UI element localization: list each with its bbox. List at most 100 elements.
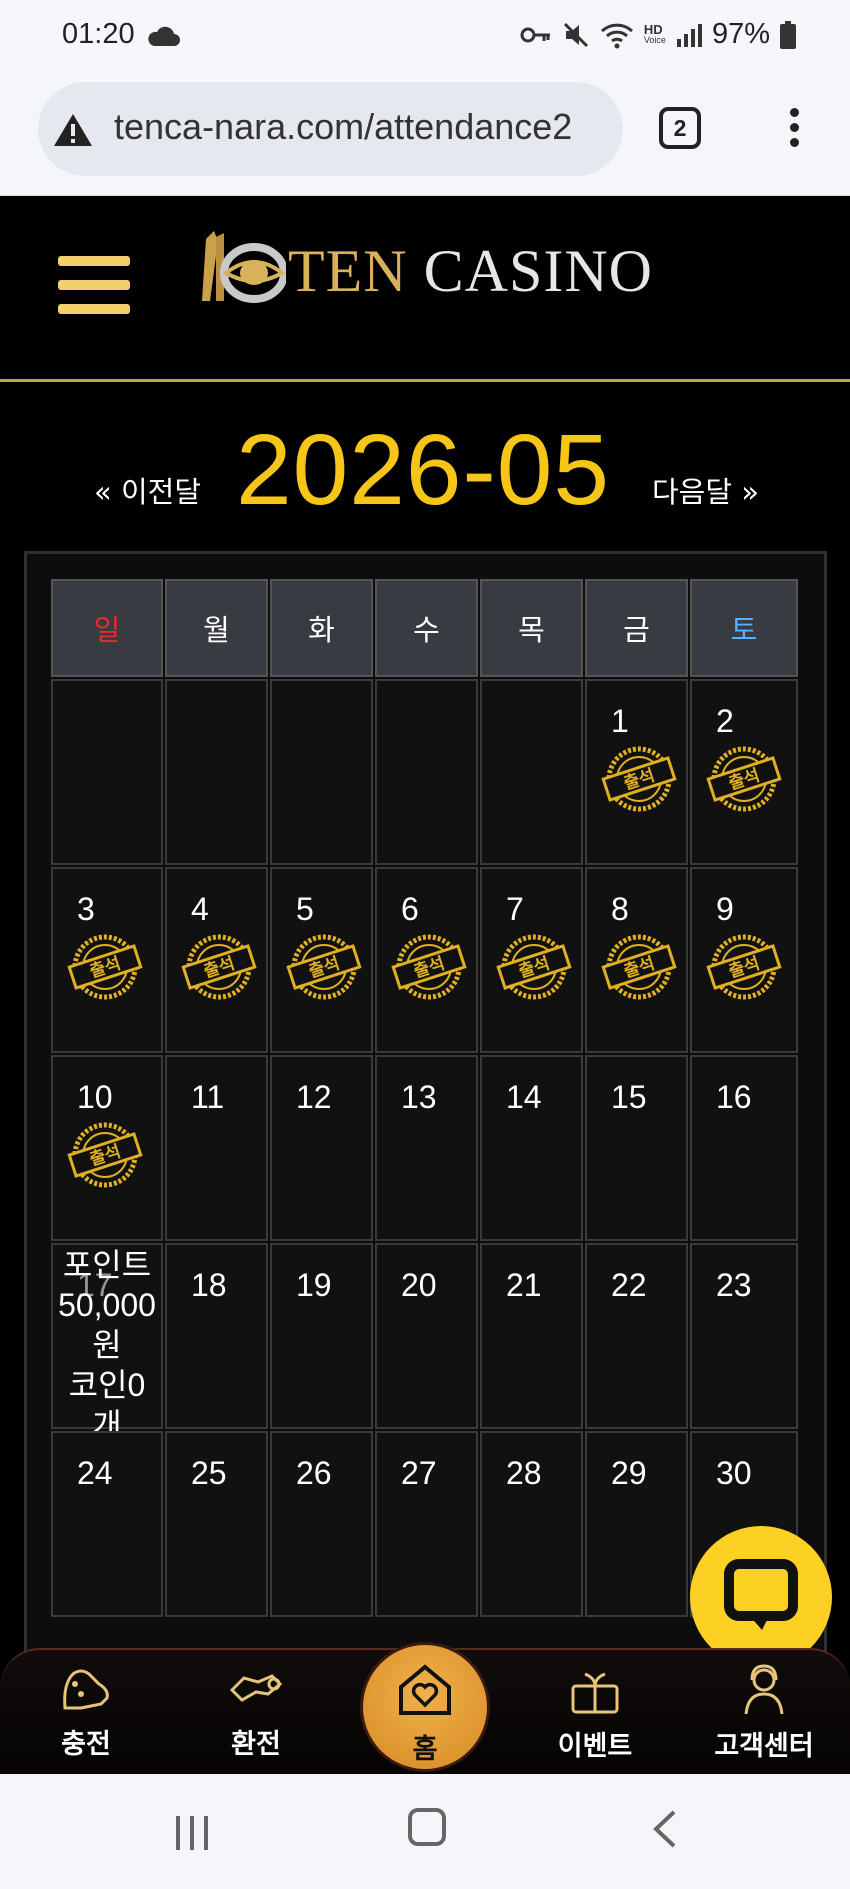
calendar-day-cell[interactable]: 6 출석	[375, 867, 478, 1053]
nav-withdraw[interactable]: 환전	[196, 1660, 316, 1761]
day-number: 20	[401, 1267, 437, 1303]
nav-home-label: 홈	[412, 1734, 438, 1765]
voice-label: Voice	[643, 34, 666, 45]
chat-bubble-icon	[724, 1559, 798, 1630]
calendar-day-cell[interactable]: 25	[165, 1431, 268, 1617]
calendar-empty-cell	[375, 679, 478, 865]
points-line: 포인트	[62, 1247, 152, 1283]
attendance-stamp-icon: 출석	[601, 934, 677, 1000]
day-number: 19	[296, 1267, 332, 1303]
month-navigation: « 이전달 2026-05 다음달 »	[0, 385, 850, 535]
nav-events[interactable]: 이벤트	[535, 1660, 655, 1763]
calendar-day-cell[interactable]: 17 포인트 50,000 원 코인0 개	[51, 1243, 163, 1443]
calendar-day-cell[interactable]: 18	[165, 1243, 268, 1429]
calendar-day-cell[interactable]: 22	[585, 1243, 688, 1429]
signal-icon	[676, 23, 702, 47]
nav-support-label: 고객센터	[714, 1731, 814, 1762]
address-bar[interactable]: tenca-nara.com/attendance2	[38, 82, 623, 176]
month-title: 2026-05	[236, 414, 610, 526]
calendar-week-row: 24 25 26 27 28 29 30	[51, 1431, 798, 1617]
browser-toolbar: tenca-nara.com/attendance2 2	[0, 76, 850, 196]
recent-apps-icon[interactable]	[172, 1812, 212, 1852]
day-number: 27	[401, 1455, 437, 1491]
prev-month-link[interactable]: « 이전달	[94, 469, 201, 511]
day-number: 6	[401, 891, 419, 927]
day-number: 15	[611, 1079, 647, 1115]
cloud-icon	[148, 26, 180, 46]
status-time: 01:20	[62, 18, 135, 50]
day-number: 26	[296, 1455, 332, 1491]
calendar-empty-cell	[51, 679, 163, 865]
calendar-day-cell[interactable]: 27	[375, 1431, 478, 1617]
calendar-day-cell[interactable]: 3 출석	[51, 867, 163, 1053]
day-number: 18	[191, 1267, 227, 1303]
calendar-day-cell[interactable]: 11	[165, 1055, 268, 1241]
withdraw-icon	[229, 1674, 283, 1702]
day-number: 12	[296, 1079, 332, 1115]
calendar-day-cell[interactable]: 15	[585, 1055, 688, 1241]
attendance-stamp-icon: 출석	[706, 934, 782, 1000]
calendar-day-cell[interactable]: 9 출석	[690, 867, 798, 1053]
calendar-day-cell[interactable]: 8 출석	[585, 867, 688, 1053]
day-number: 10	[77, 1079, 113, 1115]
attendance-calendar: 일월화수목금토 1 출석 2 출석 3 출석 4 출석 5 출석 6 출석 7 출석 8 출석 9 출석 10 출석 1…	[49, 577, 800, 1619]
day-number: 2	[716, 703, 734, 739]
calendar-week-row: 10 출석 11 12 13 14 15 16	[51, 1055, 798, 1241]
status-bar: 01:20 HD Voice 97%	[0, 0, 850, 76]
calendar-day-cell[interactable]: 4 출석	[165, 867, 268, 1053]
day-number: 25	[191, 1455, 227, 1491]
nav-support[interactable]: 고객센터	[704, 1660, 824, 1763]
day-number: 4	[191, 891, 209, 927]
calendar-day-cell[interactable]: 14	[480, 1055, 583, 1241]
next-month-link[interactable]: 다음달 »	[652, 469, 759, 511]
nav-events-label: 이벤트	[557, 1731, 633, 1762]
bottom-nav: 충전 환전 홈 이벤트 고객센터	[0, 1642, 850, 1774]
calendar-day-cell[interactable]: 1 출석	[585, 679, 688, 865]
tab-switcher-button[interactable]: 2	[659, 107, 701, 149]
nav-home[interactable]: 홈	[360, 1642, 490, 1772]
logo-emblem-icon	[202, 231, 286, 303]
calendar-day-cell[interactable]: 29	[585, 1431, 688, 1617]
hamburger-menu-icon[interactable]	[58, 256, 130, 318]
home-heart-icon	[399, 1664, 451, 1715]
weekday-header-row: 일월화수목금토	[51, 579, 798, 677]
chat-button[interactable]	[690, 1526, 832, 1668]
back-icon[interactable]	[650, 1808, 680, 1850]
site-logo[interactable]: TEN CASINO	[196, 226, 653, 316]
calendar-day-cell[interactable]: 19	[270, 1243, 373, 1429]
attendance-stamp-icon: 출석	[67, 1122, 143, 1188]
weekday-header: 목	[480, 579, 583, 677]
attendance-stamp-icon: 출석	[391, 934, 467, 1000]
calendar-day-cell[interactable]: 10 출석	[51, 1055, 163, 1241]
browser-menu-icon[interactable]	[784, 108, 804, 152]
warning-icon[interactable]	[52, 112, 94, 148]
attendance-stamp-icon: 출석	[286, 934, 362, 1000]
mute-icon	[563, 22, 588, 47]
system-home-icon[interactable]	[408, 1808, 446, 1846]
attendance-stamp-icon: 출석	[496, 934, 572, 1000]
calendar-day-cell[interactable]: 5 출석	[270, 867, 373, 1053]
calendar-day-cell[interactable]: 26	[270, 1431, 373, 1617]
calendar-day-cell[interactable]: 7 출석	[480, 867, 583, 1053]
calendar-day-cell[interactable]: 28	[480, 1431, 583, 1617]
day-number: 24	[77, 1455, 113, 1491]
day-number: 21	[506, 1267, 542, 1303]
wifi-icon	[600, 23, 633, 48]
coin-line: 코인0	[68, 1367, 146, 1403]
deposit-icon	[63, 1669, 109, 1710]
calendar-day-cell[interactable]: 23	[690, 1243, 798, 1429]
calendar-day-cell[interactable]: 2 출석	[690, 679, 798, 865]
points-summary: 포인트 50,000 원 코인0 개	[53, 1245, 161, 1445]
day-number: 7	[506, 891, 524, 927]
system-nav-bar	[0, 1774, 850, 1889]
calendar-day-cell[interactable]: 12	[270, 1055, 373, 1241]
calendar-day-cell[interactable]: 24	[51, 1431, 163, 1617]
nav-deposit[interactable]: 충전	[26, 1660, 146, 1761]
calendar-day-cell[interactable]: 21	[480, 1243, 583, 1429]
calendar-day-cell[interactable]: 13	[375, 1055, 478, 1241]
calendar-day-cell[interactable]: 20	[375, 1243, 478, 1429]
url-text[interactable]: tenca-nara.com/attendance2	[114, 106, 572, 148]
day-number: 8	[611, 891, 629, 927]
calendar-day-cell[interactable]: 16	[690, 1055, 798, 1241]
support-agent-icon	[744, 1664, 784, 1715]
